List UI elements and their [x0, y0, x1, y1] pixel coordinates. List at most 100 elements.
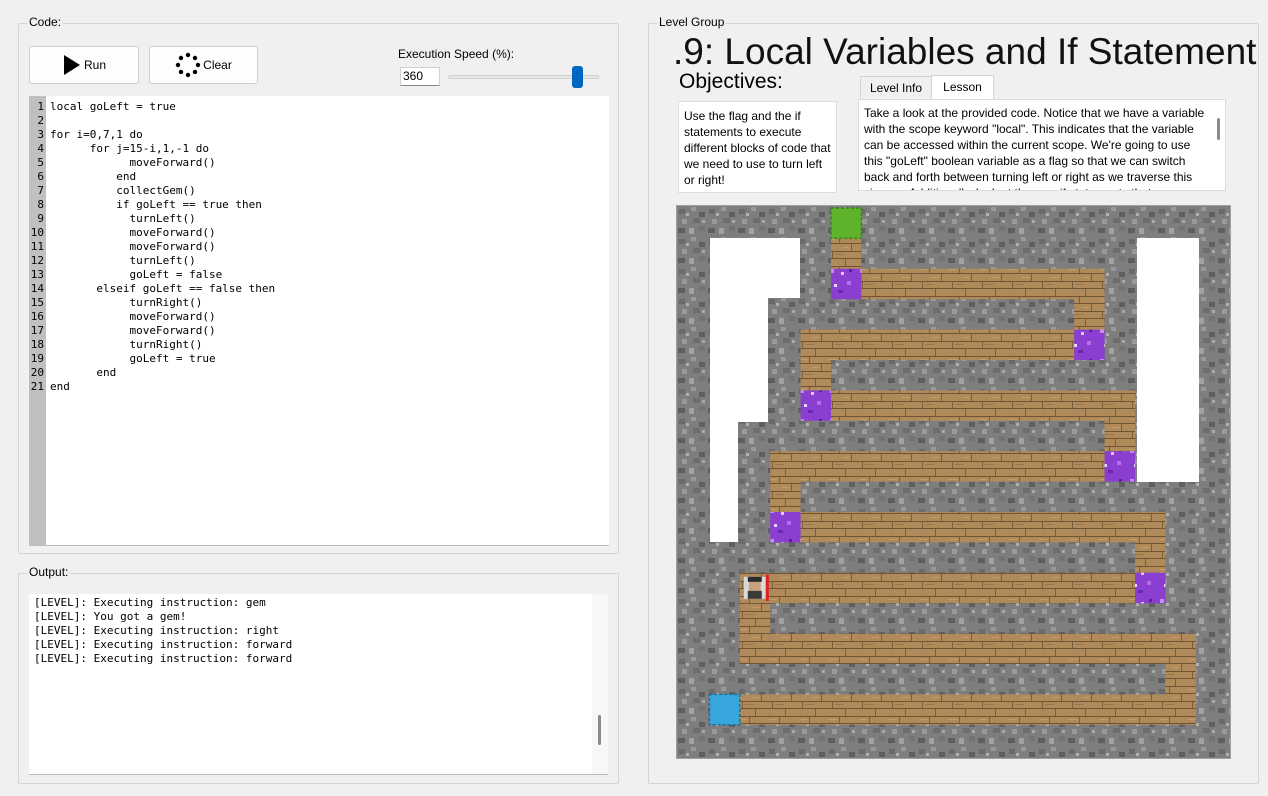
wood-path: [800, 360, 831, 391]
wood-path: [770, 451, 801, 482]
wood-path: [1135, 542, 1166, 573]
line-number: 17: [30, 324, 44, 337]
level-board: [676, 205, 1231, 759]
output-scrollbar-thumb[interactable]: [598, 715, 601, 745]
code-line[interactable]: collectGem(): [50, 184, 275, 198]
wood-path: [983, 329, 1014, 360]
output-scrollbar[interactable]: [592, 594, 608, 774]
wood-path: [1165, 664, 1196, 695]
purple-gem: [1104, 451, 1135, 482]
wood-path: [1165, 694, 1196, 725]
wood-path: [800, 633, 831, 664]
wood-path: [800, 451, 831, 482]
output-console[interactable]: [LEVEL]: Executing instruction: gem [LEVE…: [29, 594, 608, 775]
wood-path: [831, 451, 862, 482]
run-button[interactable]: Run: [29, 46, 139, 84]
code-line[interactable]: [50, 114, 275, 128]
code-line[interactable]: local goLeft = true: [50, 100, 275, 114]
wood-path: [1013, 329, 1044, 360]
wood-path: [800, 329, 831, 360]
tab-lesson-label: Lesson: [943, 80, 982, 94]
line-number: 4: [37, 142, 44, 155]
code-line[interactable]: moveForward(): [50, 156, 275, 170]
code-line[interactable]: turnLeft(): [50, 254, 275, 268]
code-line[interactable]: turnRight(): [50, 338, 275, 352]
wood-path: [1104, 572, 1135, 604]
wood-path: [861, 694, 892, 725]
player-direction-marker: [765, 574, 769, 601]
line-number: 19: [30, 352, 44, 365]
wood-path: [952, 390, 983, 421]
code-line[interactable]: moveForward(): [50, 226, 275, 240]
wood-path: [1135, 633, 1166, 664]
wood-path: [891, 451, 923, 482]
code-line[interactable]: moveForward(): [50, 310, 275, 324]
speed-input[interactable]: 360: [400, 67, 440, 86]
lesson-scrollbar-thumb[interactable]: [1217, 118, 1220, 140]
code-line[interactable]: moveForward(): [50, 240, 275, 254]
wood-path: [861, 512, 892, 543]
line-number: 8: [37, 198, 44, 211]
lesson-box[interactable]: Take a look at the provided code. Notice…: [858, 99, 1226, 191]
output-group-title: Output:: [27, 565, 71, 579]
empty-area: [710, 238, 800, 298]
clear-button[interactable]: Clear: [149, 46, 258, 84]
code-line[interactable]: turnLeft(): [50, 212, 275, 226]
wood-path: [1043, 572, 1075, 604]
wood-path: [1104, 512, 1135, 543]
line-number: 9: [37, 212, 44, 225]
wood-path: [1013, 512, 1044, 543]
wood-path: [1013, 572, 1044, 604]
tab-lesson[interactable]: Lesson: [931, 75, 994, 100]
wood-path: [1074, 268, 1105, 300]
loading-spinner-icon: [175, 52, 201, 78]
wood-path: [1074, 512, 1105, 543]
wood-path: [952, 633, 983, 664]
wood-path: [922, 268, 953, 300]
wood-path: [739, 633, 771, 664]
code-text[interactable]: local goLeft = true for i=0,7,1 do for j=…: [50, 100, 275, 394]
wood-path: [983, 268, 1014, 300]
wood-path: [1165, 633, 1196, 664]
wood-path: [831, 390, 862, 421]
code-line[interactable]: if goLeft == true then: [50, 198, 275, 212]
level-grid: [677, 206, 1230, 758]
wood-path: [952, 694, 983, 725]
wood-path: [891, 390, 923, 421]
purple-gem: [800, 390, 831, 421]
code-line[interactable]: for j=15-i,1,-1 do: [50, 142, 275, 156]
wood-path: [922, 694, 953, 725]
speed-slider-thumb[interactable]: [572, 66, 583, 88]
tab-level-info[interactable]: Level Info: [860, 76, 932, 100]
wood-path: [1043, 512, 1075, 543]
objectives-box: Use the flag and the if statements to ex…: [678, 101, 837, 193]
code-line[interactable]: for i=0,7,1 do: [50, 128, 275, 142]
line-number: 6: [37, 170, 44, 183]
wood-path: [952, 572, 983, 604]
code-line[interactable]: goLeft = true: [50, 352, 275, 366]
wood-path: [1043, 268, 1075, 300]
wood-path: [1043, 451, 1075, 482]
code-line[interactable]: end: [50, 366, 275, 380]
code-line[interactable]: end: [50, 380, 275, 394]
code-line[interactable]: goLeft = false: [50, 268, 275, 282]
player-body: [747, 590, 762, 599]
wood-path: [952, 512, 983, 543]
green-goal-tile: [830, 207, 863, 240]
blue-start-tile: [708, 693, 741, 726]
code-line[interactable]: elseif goLeft == false then: [50, 282, 275, 296]
code-line[interactable]: end: [50, 170, 275, 184]
code-line[interactable]: moveForward(): [50, 324, 275, 338]
code-editor[interactable]: 1 2 3 4 5 6 7 8 9 10 11 12 13 14 15 16 17 18 19 20 21 local …: [29, 96, 609, 546]
wood-path: [922, 451, 953, 482]
wood-path: [1043, 329, 1075, 360]
player-hair: [747, 576, 762, 582]
wood-path: [891, 268, 923, 300]
code-line[interactable]: turnRight(): [50, 296, 275, 310]
wood-path: [861, 329, 892, 360]
wood-path: [922, 633, 953, 664]
wood-path: [891, 694, 923, 725]
wood-path: [861, 390, 892, 421]
empty-area: [1137, 238, 1199, 482]
wood-path: [1043, 694, 1075, 725]
